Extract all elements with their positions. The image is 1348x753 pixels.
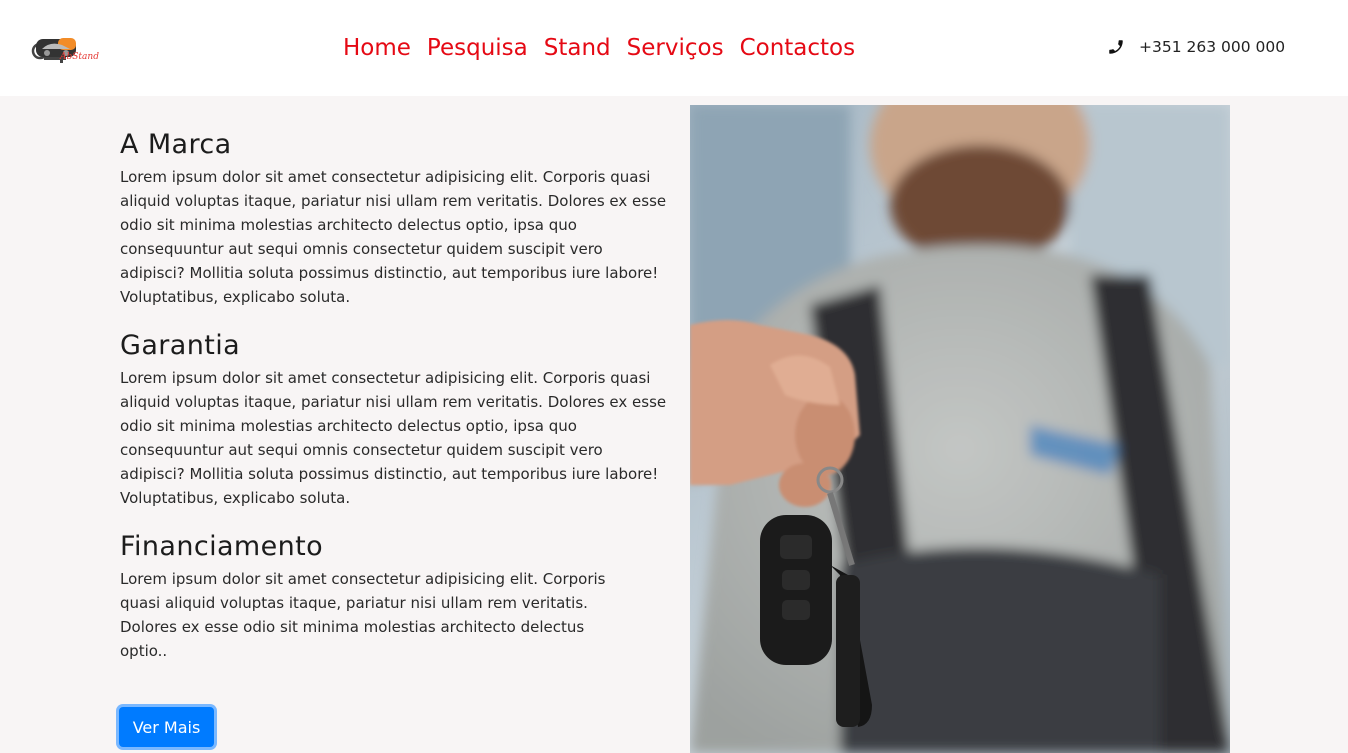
navbar: AbStand Home Pesquisa Stand Serviços Con…	[0, 0, 1348, 96]
hero-image-man-holding-car-key	[690, 105, 1230, 753]
section-title: Financiamento	[120, 531, 324, 562]
nav-contactos-link[interactable]: Contactos	[740, 30, 856, 66]
section-a-marca: A Marca Lorem ipsum dolor sit amet conse…	[120, 127, 668, 309]
section-body: Lorem ipsum dolor sit amet consectetur a…	[120, 369, 667, 507]
phone-contact[interactable]: +351 263 000 000	[1107, 36, 1285, 58]
phone-number: +351 263 000 000	[1139, 38, 1286, 56]
section-garantia: Garantia Lorem ipsum dolor sit amet cons…	[120, 328, 668, 510]
nav-pesquisa-link[interactable]: Pesquisa	[427, 30, 528, 66]
car-key-logo-icon	[31, 38, 76, 63]
logo-text: AbStand	[60, 52, 99, 62]
section-title: A Marca	[120, 129, 232, 160]
section-body: Lorem ipsum dolor sit amet consectetur a…	[120, 168, 667, 306]
section-title: Garantia	[120, 330, 241, 361]
section-financiamento: Financiamento Lorem ipsum dolor sit amet…	[120, 529, 620, 663]
phone-icon	[1109, 40, 1123, 54]
ver-mais-button[interactable]: Ver Mais	[119, 707, 214, 747]
nav-servicos-link[interactable]: Serviços	[627, 30, 724, 66]
nav-home-link[interactable]: Home	[343, 30, 411, 66]
nav-stand-link[interactable]: Stand	[544, 30, 611, 66]
main-nav: Home Pesquisa Stand Serviços Contactos	[343, 30, 855, 66]
man-holding-key-photo	[690, 105, 1230, 753]
section-body: Lorem ipsum dolor sit amet consectetur a…	[120, 570, 606, 660]
